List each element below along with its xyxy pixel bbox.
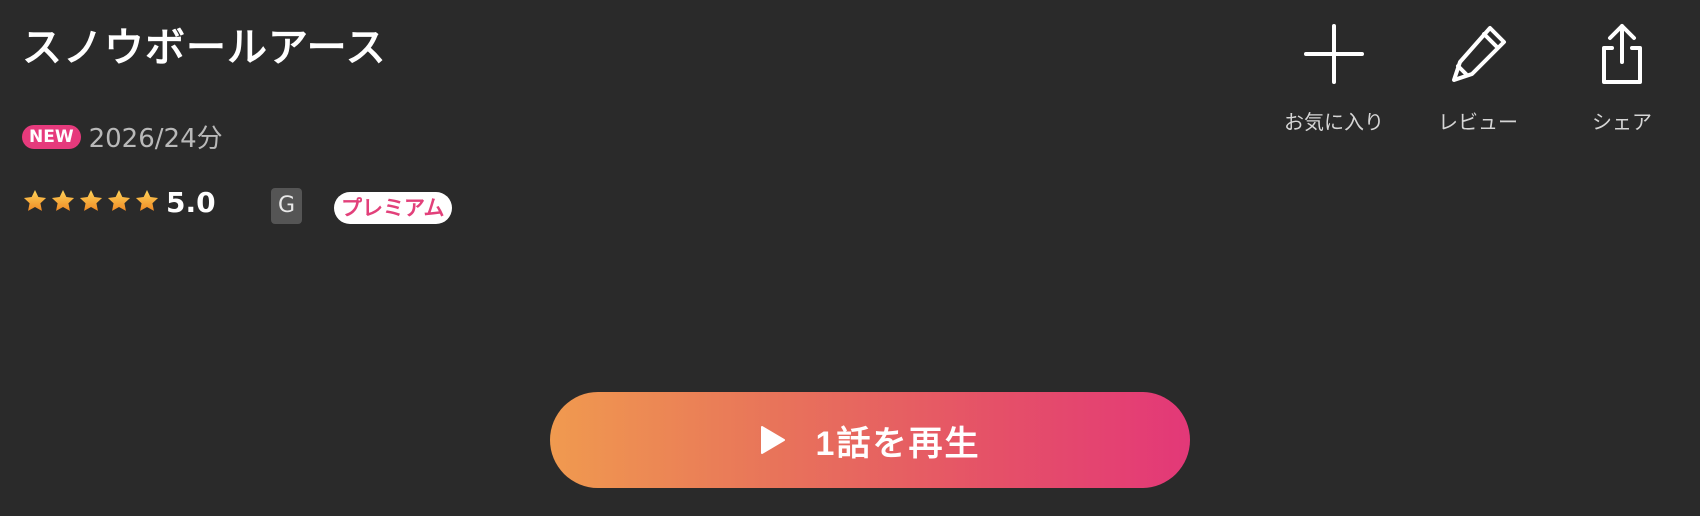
rating-score: 5.0 [166, 186, 216, 219]
review-button[interactable]: レビュー [1418, 22, 1538, 135]
review-label: レビュー [1438, 110, 1518, 134]
meta-info: NEW 2026/24分 [22, 118, 223, 155]
star-icon [135, 189, 159, 211]
share-button[interactable]: シェア [1562, 22, 1682, 135]
star-icon [23, 189, 47, 211]
share-label: シェア [1592, 110, 1652, 134]
plus-icon [1304, 24, 1364, 84]
pencil-icon [1452, 26, 1506, 82]
premium-badge: プレミアム [334, 192, 452, 224]
favorite-label: お気に入り [1284, 110, 1384, 134]
year-duration: 2026/24分 [88, 124, 223, 154]
play-episode-label: 1話を再生 [815, 424, 981, 463]
star-icon [79, 189, 103, 211]
star-icon [51, 189, 75, 211]
favorite-button[interactable]: お気に入り [1274, 22, 1394, 135]
rating: 5.0 [22, 186, 216, 219]
age-rating-badge: G [271, 188, 302, 224]
play-icon [760, 426, 785, 454]
page-title: スノウボールアース [22, 25, 387, 71]
star-icon [107, 189, 131, 211]
share-icon [1602, 24, 1642, 84]
new-badge: NEW [22, 124, 81, 149]
play-episode-button[interactable]: 1話を再生 [550, 392, 1190, 488]
star-rating [22, 188, 162, 218]
